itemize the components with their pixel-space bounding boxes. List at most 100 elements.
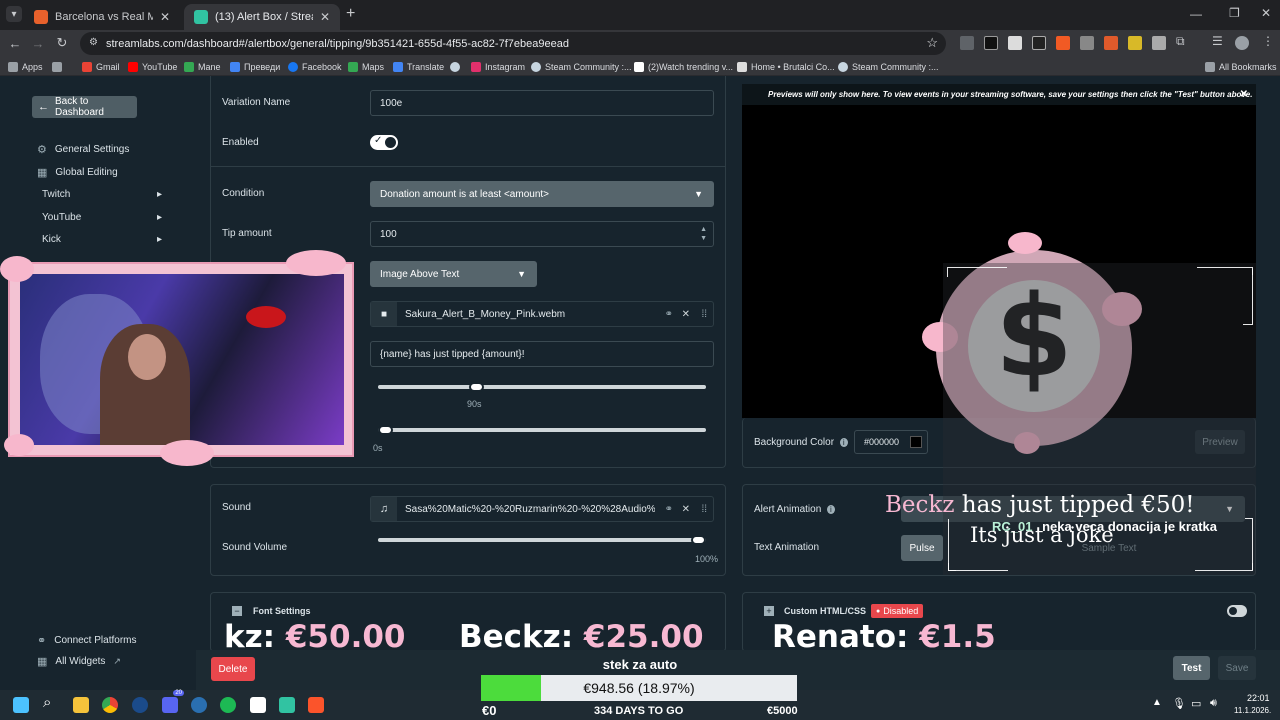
slider-thumb[interactable] [468,382,484,392]
message-template-input[interactable]: {name} has just tipped {amount}! [370,341,714,367]
back-to-dashboard-button[interactable]: ← Back to Dashboard [32,96,137,118]
close-icon[interactable]: ✕ [682,309,690,320]
extension-icon[interactable] [984,36,998,50]
bookmark-mane[interactable]: Mane [184,59,221,74]
sidebar-item-connect-platforms[interactable]: ⚭ Connect Platforms [37,634,136,647]
slider-thumb[interactable] [378,425,393,435]
spinner-icon[interactable]: ▲ ▼ [700,225,707,243]
close-icon[interactable]: ✕ [160,10,170,24]
clock-date[interactable]: 11.1.2026. [1234,706,1271,715]
extension-icon[interactable] [1104,36,1118,50]
bookmark-star-icon[interactable]: ☆ [926,35,938,51]
new-tab-button[interactable]: + [346,5,355,23]
brave-icon[interactable] [308,697,324,713]
chrome-icon[interactable] [102,697,118,713]
custom-css-toggle[interactable] [1227,605,1247,617]
text-animation-select[interactable]: Pulse [901,535,943,561]
extensions-puzzle-icon[interactable]: ⧉ [1176,34,1190,48]
address-bar[interactable]: ⚙ streamlabs.com/dashboard#/alertbox/gen… [80,32,946,55]
bookmark-steam-community[interactable]: Steam Community :... [531,59,632,74]
media-file-field[interactable]: ■ Sakura_Alert_B_Money_Pink.webm ⚭ ✕ ⁞⁞ [370,301,714,327]
link-icon[interactable]: ⚭ [665,504,673,515]
tab-alert-box[interactable]: (13) Alert Box / Streamlabs ✕ [184,4,340,30]
reading-list-icon[interactable]: ☰ [1212,34,1226,48]
sidebar-item-all-widgets[interactable]: ▦ All Widgets ↗ [37,655,121,668]
extension-icon[interactable] [1056,36,1070,50]
reload-icon[interactable]: ↻ [52,33,72,53]
sidebar-item-twitch[interactable]: Twitch ▸ [42,189,162,200]
link-icon[interactable]: ⚭ [665,309,673,320]
test-button[interactable]: Test [1173,656,1210,680]
sidebar-item-youtube[interactable]: YouTube ▸ [42,212,162,223]
tab-barcelona[interactable]: Barcelona vs Real Madrid Live S ✕ [24,4,180,30]
extension-icon[interactable] [1152,36,1166,50]
bookmark-apps[interactable]: Apps [8,59,43,74]
bookmark-instagram[interactable]: Instagram [471,59,525,74]
clock-time[interactable]: 22:01 [1247,693,1270,703]
sidebar-item-kick[interactable]: Kick ▸ [42,234,162,245]
close-icon[interactable]: ✕ [1240,89,1248,100]
bookmark-tiktok[interactable]: (2)Watch trending v... [634,59,733,74]
extension-icon[interactable] [1008,36,1022,50]
monitor-icon[interactable]: ▭ [1191,697,1201,710]
tab-search-button[interactable]: ▾ [6,6,22,22]
discord-icon[interactable]: 20 [162,690,184,713]
save-button[interactable]: Save [1218,656,1256,680]
sidebar-item-global-editing[interactable]: ▦ Global Editing [37,166,118,179]
bookmark-translate[interactable]: Translate [393,59,444,74]
bookmark-steam-community-2[interactable]: Steam Community :... [838,59,939,74]
condition-select[interactable]: Donation amount is at least <amount> ▼ [370,181,714,207]
maximize-icon[interactable]: ❐ [1229,6,1240,20]
tip-amount-input[interactable]: 100 ▲ ▼ [370,221,714,247]
color-swatch[interactable] [910,436,922,448]
steam-icon[interactable] [132,697,148,713]
spotify-icon[interactable] [220,697,236,713]
youtube-icon [128,61,138,72]
app-icon[interactable] [191,697,207,713]
enabled-toggle[interactable]: ✓ [370,135,398,150]
layout-select[interactable]: Image Above Text ▼ [370,261,537,287]
tray-chevron-icon[interactable]: ▲ [1152,697,1162,708]
minimize-icon[interactable]: — [1190,7,1202,21]
forward-arrow-icon[interactable]: → [28,33,48,53]
gallery-grid-icon[interactable]: ⁞⁞ [701,309,707,320]
bookmark-brutalci[interactable]: Home • Brutalci Co... [737,59,835,74]
close-icon[interactable]: ✕ [682,504,690,515]
variation-name-input[interactable]: 100e [370,90,714,116]
speaker-icon[interactable]: 🔊︎ [1210,697,1217,710]
bookmark-prevedi[interactable]: Преведи [230,59,280,74]
delete-button[interactable]: Delete [211,657,255,681]
window-close-icon[interactable]: ✕ [1261,6,1271,20]
site-info-icon[interactable]: ⚙ [89,37,98,48]
sidebar-item-general-settings[interactable]: ⚙ General Settings [37,143,129,156]
sound-volume-slider[interactable] [378,535,706,545]
search-icon[interactable]: ⌕ [43,694,59,711]
extension-icon[interactable] [1032,36,1046,50]
bookmark-gmail[interactable]: Gmail [82,59,120,74]
bookmark-steam[interactable] [450,59,460,74]
extension-icon[interactable] [1128,36,1142,50]
browser-menu-icon[interactable]: ⋮ [1262,34,1276,48]
file-explorer-icon[interactable] [73,697,89,713]
bookmark-grid[interactable] [52,59,62,74]
bookmark-maps[interactable]: Maps [348,59,384,74]
bookmark-youtube[interactable]: YouTube [128,59,177,74]
duration-slider[interactable] [378,382,706,392]
sound-file-field[interactable]: ♫ Sasa%20Matic%20-%20Ruzmarin%20-%20%28A… [370,496,714,522]
avatar[interactable] [1235,36,1249,50]
sound-volume-label: Sound Volume [222,542,288,553]
back-arrow-icon[interactable]: ← [5,33,25,53]
close-icon[interactable]: ✕ [320,10,330,24]
extension-icon[interactable] [960,36,974,50]
capcut-icon[interactable] [250,697,266,713]
microphone-icon[interactable]: 🎙︎ [1172,697,1186,710]
streamlabs-icon[interactable] [279,697,295,713]
extension-icon[interactable] [1080,36,1094,50]
background-color-input[interactable]: #000000 [854,430,928,454]
slider-thumb[interactable] [691,535,706,545]
bookmark-facebook[interactable]: Facebook [288,59,342,74]
delay-slider[interactable] [378,425,706,435]
gallery-grid-icon[interactable]: ⁞⁞ [701,504,707,515]
windows-start-icon[interactable] [13,697,29,713]
all-bookmarks[interactable]: All Bookmarks [1205,59,1277,74]
